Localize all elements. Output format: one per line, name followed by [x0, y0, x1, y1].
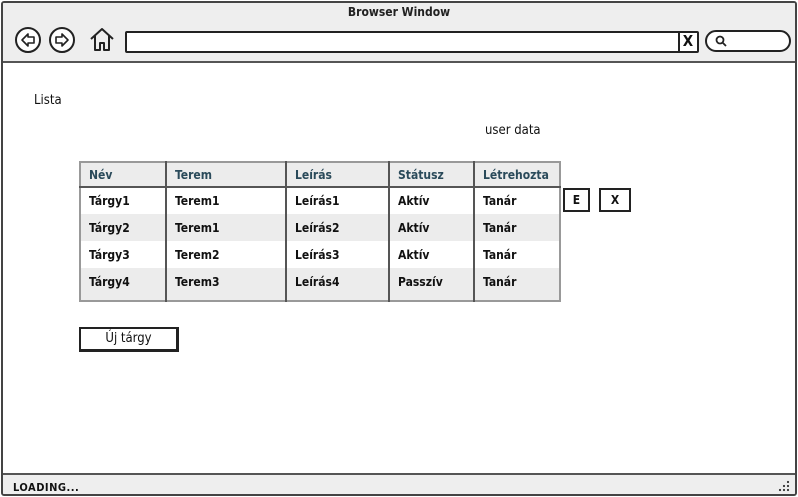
table-cell: Passzív: [389, 268, 475, 295]
table-cell: Tanár: [474, 241, 560, 268]
table-row[interactable]: Tárgy2 Terem1 Leírás2 Aktív Tanár: [80, 214, 560, 241]
right-arrow-icon: [55, 33, 69, 47]
table-cell: Leírás3: [286, 241, 390, 268]
table-cell: Tárgy4: [80, 268, 167, 295]
browser-toolbar: Browser Window X: [3, 3, 795, 63]
browser-window: Browser Window X Lista user data Név Ter…: [1, 1, 797, 496]
table-row[interactable]: Tárgy1 Terem1 Leírás1 Aktív Tanár: [80, 187, 560, 214]
page-content: Lista user data Név Terem Leírás Státusz…: [3, 65, 795, 473]
table-cell: Aktív: [389, 241, 475, 268]
table-cell: Tanár: [474, 187, 560, 214]
column-header-name[interactable]: Név: [80, 162, 167, 188]
column-header-status[interactable]: Státusz: [389, 162, 475, 188]
table-cell: Tárgy1: [80, 187, 167, 214]
search-field[interactable]: [705, 30, 791, 52]
column-header-creator[interactable]: Létrehozta: [474, 162, 560, 188]
home-icon: [90, 28, 114, 51]
page-title: Lista: [34, 93, 62, 108]
new-subject-button[interactable]: Új tárgy: [79, 327, 179, 352]
table-cell: Leírás2: [286, 214, 390, 241]
back-button[interactable]: [15, 27, 41, 53]
status-text: LOADING...: [13, 481, 80, 494]
delete-button[interactable]: X: [599, 188, 631, 212]
table-cell: Terem3: [166, 268, 287, 295]
status-bar: LOADING...: [3, 473, 795, 494]
clear-address-button[interactable]: X: [678, 33, 696, 51]
table-row[interactable]: Tárgy4 Terem3 Leírás4 Passzív Tanár: [80, 268, 560, 295]
table-cell: Aktív: [389, 214, 475, 241]
table-cell: Leírás4: [286, 268, 390, 295]
table-cell: Tanár: [474, 214, 560, 241]
window-title: Browser Window: [347, 5, 451, 19]
search-icon: [715, 35, 727, 47]
table-cell: Terem2: [166, 241, 287, 268]
address-bar[interactable]: [125, 31, 699, 53]
table-cell: Terem1: [166, 187, 287, 214]
table-cell: Tanár: [474, 268, 560, 295]
user-data-label: user data: [485, 123, 541, 138]
table-cell: Tárgy2: [80, 214, 167, 241]
table-cell: Terem1: [166, 214, 287, 241]
column-header-description[interactable]: Leírás: [286, 162, 390, 188]
edit-button[interactable]: E: [563, 188, 590, 212]
column-header-room[interactable]: Terem: [166, 162, 287, 188]
table-cell: Leírás1: [286, 187, 390, 214]
home-button[interactable]: [89, 26, 115, 52]
table-row[interactable]: Tárgy3 Terem2 Leírás3 Aktív Tanár: [80, 241, 560, 268]
table-header-row: Név Terem Leírás Státusz Létrehozta: [80, 162, 560, 188]
left-arrow-icon: [21, 33, 35, 47]
forward-button[interactable]: [49, 27, 75, 53]
table-cell: Tárgy3: [80, 241, 167, 268]
subjects-table: Név Terem Leírás Státusz Létrehozta Tárg…: [79, 161, 561, 302]
table-cell: Aktív: [389, 187, 475, 214]
resize-grip-icon[interactable]: [777, 479, 791, 493]
table-filler-row: [80, 295, 560, 301]
